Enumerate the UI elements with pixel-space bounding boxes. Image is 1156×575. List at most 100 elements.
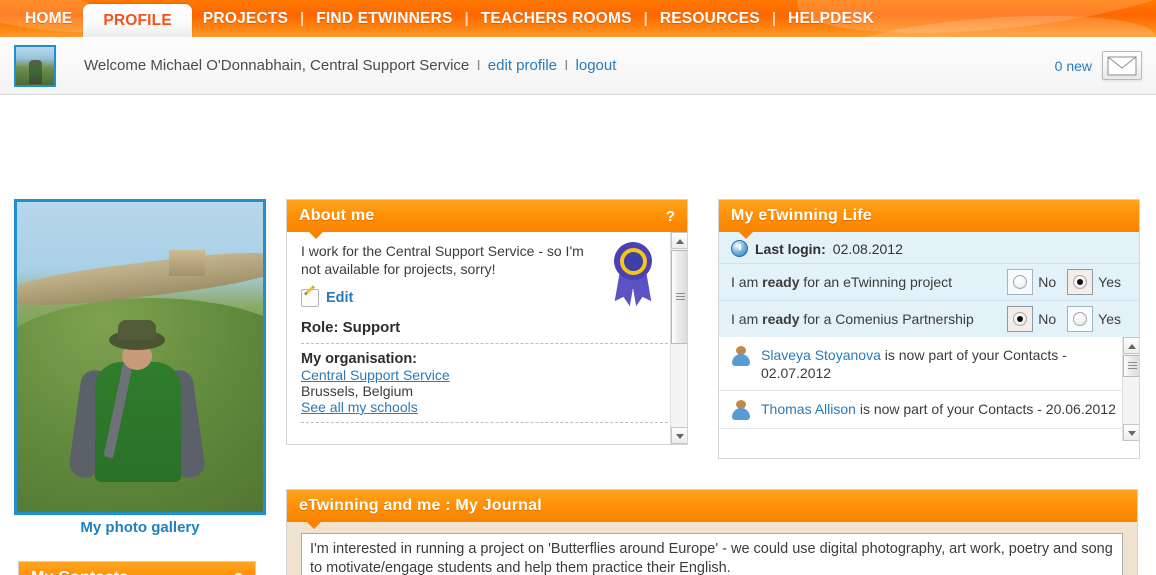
last-login-date: 02.08.2012 [832, 240, 903, 257]
last-login-label: Last login: [755, 240, 826, 257]
readiness-prefix: I am [731, 274, 763, 290]
divider [301, 343, 673, 344]
welcome-messages: 0 new [1055, 51, 1142, 80]
radio-label-no: No [1038, 311, 1057, 327]
scroll-down-icon[interactable] [1123, 424, 1139, 441]
award-badge-icon [609, 242, 657, 304]
user-avatar-icon [731, 346, 751, 366]
welcome-separator-1: I [476, 57, 481, 74]
avatar[interactable] [14, 44, 56, 87]
news-text: Slaveya Stoyanova is now part of your Co… [761, 346, 1127, 382]
my-contacts-panel: My Contacts ? Last active on: 01.08.2012… [18, 561, 256, 575]
my-contacts-title: My Contacts [31, 569, 128, 575]
news-text: Thomas Allison is now part of your Conta… [761, 400, 1116, 420]
welcome-greeting: Welcome Michael O'Donnabhain, Central Su… [84, 57, 470, 74]
nav-item-resources[interactable]: RESOURCES [649, 0, 771, 37]
profile-photo[interactable] [14, 199, 266, 515]
edit-link[interactable]: Edit [326, 290, 353, 306]
new-messages-count[interactable]: 0 new [1055, 58, 1092, 74]
radio-dot-selected [1013, 312, 1028, 326]
organisation-location: Brussels, Belgium [301, 383, 414, 399]
about-me-scrollbar[interactable] [670, 232, 687, 444]
news-contact-name[interactable]: Thomas Allison [761, 401, 856, 417]
help-icon[interactable]: ? [666, 208, 675, 225]
see-all-schools-link[interactable]: See all my schools [301, 399, 673, 415]
nav-item-find-etwinners[interactable]: FIND ETWINNERS [305, 0, 463, 37]
nav-item-helpdesk[interactable]: HELPDESK [777, 0, 885, 37]
nav-item-home[interactable]: HOME [14, 0, 83, 37]
radio-dot [1013, 275, 1028, 289]
nav-items: HOME PROFILE PROJECTS | FIND ETWINNERS |… [0, 0, 1156, 37]
last-login-row: Last login: 02.08.2012 [719, 238, 1139, 263]
edit-profile-link[interactable]: edit profile [488, 57, 557, 74]
envelope-glyph [1107, 56, 1137, 76]
list-item[interactable]: Thomas Allison is now part of your Conta… [719, 391, 1139, 429]
about-me-intro: I work for the Central Support Service -… [301, 243, 584, 277]
news-body: is now part of your Contacts - 20.06.201… [855, 401, 1116, 417]
journal-body: Attach: Link I File SHARE [287, 522, 1137, 575]
etwinning-news-scrollbar[interactable] [1122, 337, 1139, 441]
list-item[interactable]: Slaveya Stoyanova is now part of your Co… [719, 337, 1139, 391]
radio-label-yes: Yes [1098, 311, 1121, 327]
about-me-body: I work for the Central Support Service -… [287, 232, 687, 444]
scrollbar-grip [676, 293, 685, 301]
nav-item-profile[interactable]: PROFILE [83, 4, 192, 37]
nav-item-teachers-rooms[interactable]: TEACHERS ROOMS [470, 0, 643, 37]
readiness-label-project: I am ready for an eTwinning project [731, 274, 1007, 290]
pencil-icon [301, 289, 319, 307]
scroll-down-icon[interactable] [671, 427, 687, 444]
scrollbar-thumb[interactable] [1123, 355, 1139, 377]
readiness-prefix: I am [731, 311, 763, 327]
journal-title: eTwinning and me : My Journal [299, 497, 542, 514]
readiness-radio-group-comenius: No Yes [1007, 306, 1127, 332]
readiness-bold: ready [762, 274, 800, 290]
radio-comenius-yes[interactable] [1067, 306, 1094, 332]
scroll-up-icon[interactable] [1123, 337, 1139, 354]
triangle-down-icon [676, 434, 684, 439]
welcome-bar: Welcome Michael O'Donnabhain, Central Su… [0, 37, 1156, 95]
badge-disc [614, 242, 652, 280]
my-contacts-header: My Contacts ? [19, 562, 255, 575]
etwinning-life-top: Last login: 02.08.2012 I am ready for an… [719, 232, 1139, 337]
clock-icon [731, 240, 748, 257]
readiness-row-comenius: I am ready for a Comenius Partnership No… [719, 300, 1139, 337]
main-navigation-bar: HOME PROFILE PROJECTS | FIND ETWINNERS |… [0, 0, 1156, 37]
about-me-org-title: My organisation: [301, 351, 418, 367]
logout-link[interactable]: logout [576, 57, 617, 74]
mail-icon[interactable] [1102, 51, 1142, 80]
radio-dot [1073, 312, 1088, 326]
scrollbar-thumb[interactable] [671, 250, 687, 344]
radio-comenius-no[interactable] [1007, 306, 1034, 332]
photo-person-hat-crown [118, 320, 156, 340]
radio-project-yes[interactable] [1067, 269, 1094, 295]
triangle-up-icon [676, 239, 684, 244]
scrollbar-grip [1128, 362, 1137, 370]
journal-textarea[interactable] [301, 533, 1123, 575]
photo-watchtower [169, 250, 205, 276]
my-etwinning-life-panel: My eTwinning Life Last login: 02.08.2012… [718, 199, 1140, 459]
readiness-bold: ready [762, 311, 800, 327]
scroll-up-icon[interactable] [671, 232, 687, 249]
about-me-header: About me ? [287, 200, 687, 239]
triangle-down-icon [1128, 431, 1136, 436]
radio-project-no[interactable] [1007, 269, 1034, 295]
photo-gallery-link[interactable]: My photo gallery [14, 519, 266, 536]
news-contact-name[interactable]: Slaveya Stoyanova [761, 347, 881, 363]
welcome-separator-2: I [564, 57, 569, 74]
journal-panel: eTwinning and me : My Journal Attach: Li… [286, 489, 1138, 575]
radio-label-yes: Yes [1098, 274, 1121, 290]
my-etwinning-life-title: My eTwinning Life [731, 207, 872, 224]
about-me-panel: About me ? I work for the Central Suppor… [286, 199, 688, 445]
badge-ring [619, 247, 647, 275]
nav-item-projects[interactable]: PROJECTS [192, 0, 299, 37]
about-me-role: Role: Support [301, 319, 401, 336]
radio-dot-selected [1073, 275, 1088, 289]
organisation-link[interactable]: Central Support Service [301, 367, 673, 383]
readiness-radio-group-project: No Yes [1007, 269, 1127, 295]
help-icon[interactable]: ? [234, 570, 243, 575]
divider [301, 422, 673, 423]
readiness-label-comenius: I am ready for a Comenius Partnership [731, 311, 1007, 327]
readiness-row-project: I am ready for an eTwinning project No Y… [719, 263, 1139, 300]
triangle-up-icon [1128, 344, 1136, 349]
radio-label-no: No [1038, 274, 1057, 290]
